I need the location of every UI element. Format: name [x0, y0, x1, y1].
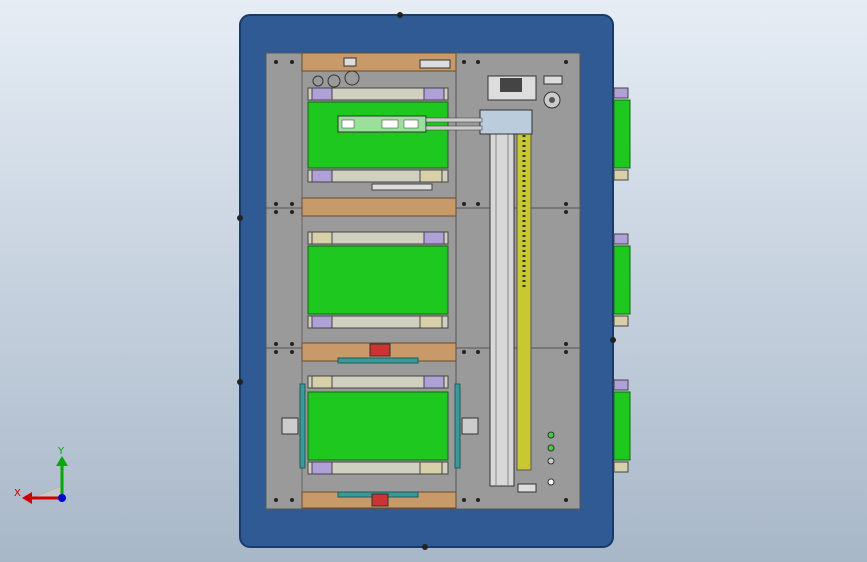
conveyor-module-2 — [307, 231, 449, 329]
triad-base-icon — [31, 485, 63, 499]
side-motors — [613, 87, 631, 473]
conveyor-module-1 — [307, 87, 449, 191]
x-axis-arrowhead-icon — [22, 492, 32, 504]
triad-x-label: X — [14, 488, 21, 499]
triad-y-label: Y — [57, 446, 65, 457]
y-axis-arrowhead-icon — [56, 456, 68, 466]
cad-viewport[interactable] — [0, 0, 867, 562]
orientation-triad: Y X — [14, 446, 68, 504]
z-axis-icon — [58, 494, 66, 502]
